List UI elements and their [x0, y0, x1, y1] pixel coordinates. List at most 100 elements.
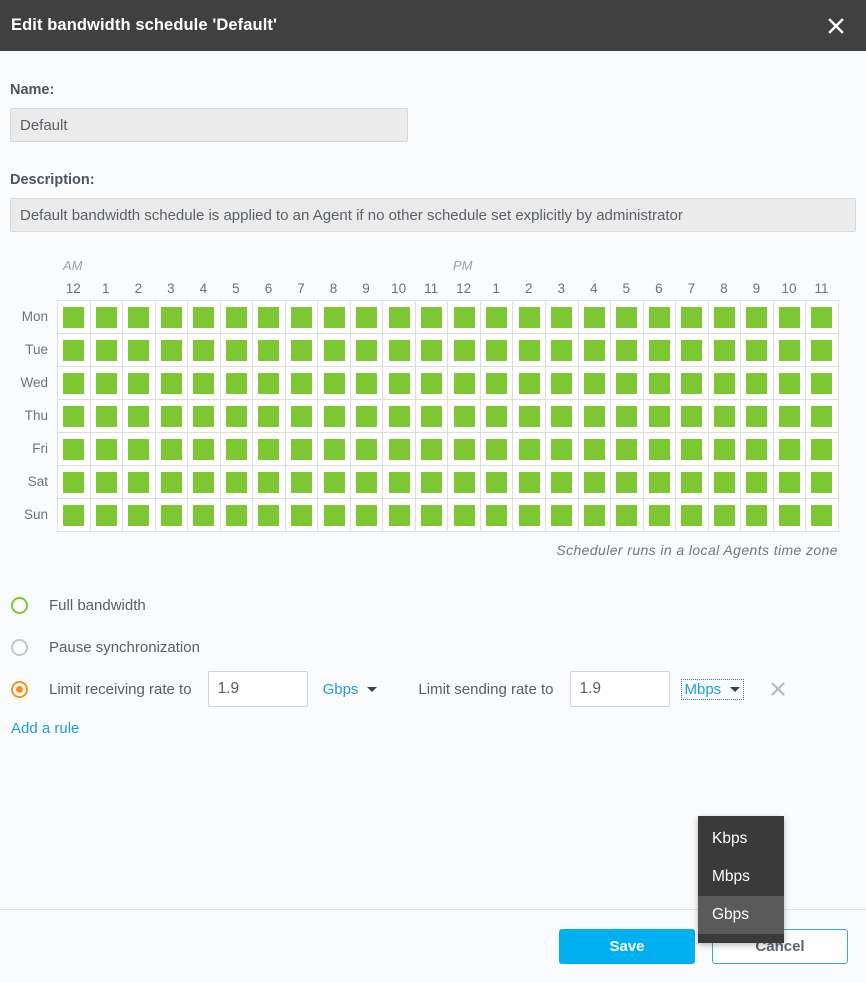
schedule-cell[interactable] [708, 367, 742, 400]
schedule-cell[interactable] [480, 400, 514, 433]
schedule-cell[interactable] [90, 301, 124, 334]
schedule-cell[interactable] [383, 433, 416, 466]
schedule-cell[interactable] [285, 433, 319, 466]
schedule-cell[interactable] [708, 301, 742, 334]
schedule-cell[interactable] [123, 400, 156, 433]
schedule-cell[interactable] [253, 334, 286, 367]
schedule-cell[interactable] [806, 334, 839, 367]
schedule-cell[interactable] [741, 466, 774, 499]
schedule-cell[interactable] [741, 433, 774, 466]
schedule-cell[interactable] [773, 334, 807, 367]
close-icon[interactable] [822, 12, 850, 40]
schedule-cell[interactable] [448, 400, 481, 433]
schedule-cell[interactable] [123, 433, 156, 466]
schedule-cell[interactable] [611, 466, 644, 499]
schedule-cell[interactable] [58, 334, 91, 367]
unit-dropdown-menu[interactable]: Kbps Mbps Gbps [698, 816, 784, 943]
schedule-cell[interactable] [188, 499, 221, 532]
schedule-cell[interactable] [350, 466, 384, 499]
schedule-cell[interactable] [643, 301, 677, 334]
schedule-cell[interactable] [188, 334, 221, 367]
schedule-cell[interactable] [188, 433, 221, 466]
schedule-cell[interactable] [611, 334, 644, 367]
schedule-cell[interactable] [220, 499, 254, 532]
schedule-cell[interactable] [188, 400, 221, 433]
schedule-cell[interactable] [318, 334, 351, 367]
schedule-cell[interactable] [350, 334, 384, 367]
schedule-cell[interactable] [285, 301, 319, 334]
schedule-cell[interactable] [155, 367, 189, 400]
unit-dropdown-item[interactable]: Mbps [698, 858, 784, 896]
schedule-cell[interactable] [415, 400, 449, 433]
schedule-cell[interactable] [806, 367, 839, 400]
schedule-cell[interactable] [285, 367, 319, 400]
schedule-cell[interactable] [318, 433, 351, 466]
schedule-cell[interactable] [448, 334, 481, 367]
schedule-cell[interactable] [123, 334, 156, 367]
schedule-cell[interactable] [545, 433, 579, 466]
schedule-cell[interactable] [578, 400, 612, 433]
radio-limit-rate[interactable] [11, 680, 28, 698]
schedule-cell[interactable] [578, 433, 612, 466]
schedule-cell[interactable] [741, 499, 774, 532]
schedule-cell[interactable] [806, 400, 839, 433]
schedule-cell[interactable] [383, 400, 416, 433]
schedule-cell[interactable] [90, 367, 124, 400]
schedule-cell[interactable] [58, 466, 91, 499]
schedule-cell[interactable] [58, 499, 91, 532]
schedule-cell[interactable] [90, 433, 124, 466]
schedule-cell[interactable] [90, 499, 124, 532]
schedule-cell[interactable] [480, 367, 514, 400]
schedule-cell[interactable] [676, 499, 709, 532]
schedule-cell[interactable] [578, 466, 612, 499]
schedule-cell[interactable] [415, 367, 449, 400]
schedule-cell[interactable] [123, 367, 156, 400]
schedule-cell[interactable] [513, 499, 546, 532]
schedule-cell[interactable] [708, 334, 742, 367]
schedule-cell[interactable] [350, 433, 384, 466]
schedule-cell[interactable] [285, 499, 319, 532]
schedule-cell[interactable] [415, 301, 449, 334]
schedule-cell[interactable] [253, 301, 286, 334]
schedule-cell[interactable] [220, 466, 254, 499]
schedule-cell[interactable] [611, 301, 644, 334]
schedule-cell[interactable] [350, 400, 384, 433]
schedule-cell[interactable] [545, 367, 579, 400]
schedule-cell[interactable] [480, 499, 514, 532]
schedule-cell[interactable] [513, 334, 546, 367]
schedule-cell[interactable] [448, 499, 481, 532]
receiving-unit-select[interactable]: Gbps [320, 680, 381, 699]
schedule-cell[interactable] [545, 334, 579, 367]
schedule-cell[interactable] [806, 433, 839, 466]
sending-rate-input[interactable]: 1.9 [569, 671, 670, 707]
schedule-cell[interactable] [545, 400, 579, 433]
schedule-cell[interactable] [415, 433, 449, 466]
rule-row-limit-rate[interactable]: Limit receiving rate to 1.9 Gbps Limit s… [10, 668, 856, 710]
schedule-cell[interactable] [480, 433, 514, 466]
schedule-cell[interactable] [513, 433, 546, 466]
schedule-cell[interactable] [578, 301, 612, 334]
remove-rule-icon[interactable] [768, 679, 788, 699]
schedule-cell[interactable] [773, 499, 807, 532]
schedule-cell[interactable] [415, 466, 449, 499]
schedule-cell[interactable] [318, 301, 351, 334]
schedule-cell[interactable] [611, 367, 644, 400]
schedule-cell[interactable] [448, 433, 481, 466]
schedule-cell[interactable] [448, 301, 481, 334]
schedule-cell[interactable] [708, 466, 742, 499]
schedule-cell[interactable] [578, 334, 612, 367]
schedule-cell[interactable] [741, 301, 774, 334]
unit-dropdown-item[interactable]: Gbps [698, 896, 784, 934]
schedule-grid[interactable] [57, 300, 839, 532]
name-input[interactable]: Default [10, 108, 408, 142]
schedule-cell[interactable] [253, 433, 286, 466]
schedule-cell[interactable] [708, 499, 742, 532]
rule-row-pause-synchronization[interactable]: Pause synchronization [10, 626, 856, 668]
description-input[interactable]: Default bandwidth schedule is applied to… [10, 198, 856, 232]
schedule-cell[interactable] [123, 499, 156, 532]
schedule-cell[interactable] [773, 400, 807, 433]
schedule-cell[interactable] [383, 466, 416, 499]
schedule-cell[interactable] [676, 334, 709, 367]
schedule-cell[interactable] [643, 499, 677, 532]
schedule-cell[interactable] [253, 367, 286, 400]
